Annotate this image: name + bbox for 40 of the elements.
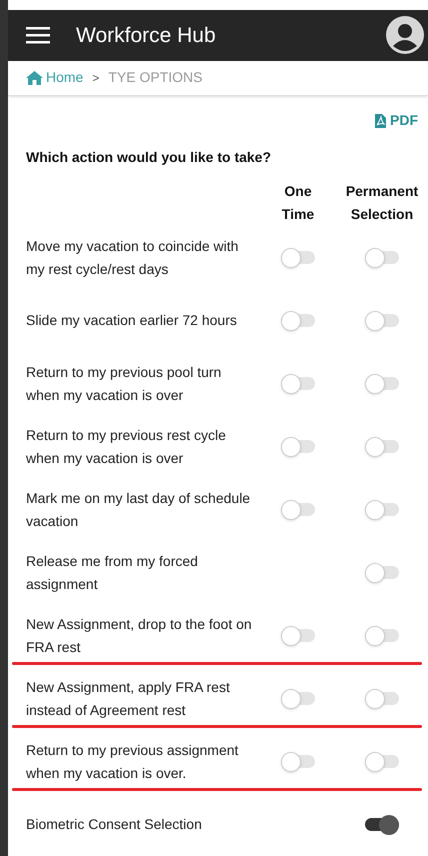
option-label: Move my vacation to coincide with my rest cycle/rest days — [26, 236, 240, 279]
option-label: New Assignment, apply FRA rest instead of Agreement rest — [26, 678, 231, 720]
toggle-switch[interactable] — [365, 374, 399, 394]
home-link[interactable]: Home — [26, 67, 84, 88]
user-avatar-icon[interactable] — [386, 16, 424, 54]
toggle-switch[interactable] — [281, 310, 315, 331]
option-label: Mark me on my last day of schedule vacation — [26, 488, 252, 531]
toggle-switch[interactable] — [281, 688, 315, 709]
toggle-switch[interactable] — [281, 752, 315, 772]
toggle-switch[interactable] — [365, 752, 399, 772]
pdf-file-icon — [375, 114, 386, 128]
toggle-switch[interactable] — [365, 626, 399, 646]
toggle-switch[interactable] — [365, 814, 399, 835]
column-header: One Time — [280, 182, 316, 224]
breadcrumb-current: TYE OPTIONS — [108, 68, 202, 88]
pdf-link[interactable]: PDF — [375, 110, 418, 132]
home-icon — [26, 70, 43, 85]
toggle-switch[interactable] — [281, 500, 315, 520]
menu-icon[interactable] — [26, 26, 50, 44]
option-label: Slide my vacation earlier 72 hours — [26, 311, 238, 330]
option-label: Biometric Consent Selection — [26, 815, 203, 834]
option-label: Return to my previous assignment when my vacation is over. — [26, 740, 240, 783]
option-label: Return to my previous rest cycle when my vacation is over — [26, 426, 227, 468]
option-label: Return to my previous pool turn when my vacation is over — [26, 362, 222, 405]
toggle-switch[interactable] — [281, 626, 315, 646]
column-header: Permanent Selection — [344, 182, 420, 224]
breadcrumb-separator: > — [92, 70, 100, 87]
toggle-switch[interactable] — [281, 436, 315, 457]
toggle-switch[interactable] — [365, 248, 399, 268]
toggle-switch[interactable] — [365, 310, 399, 331]
toggle-switch[interactable] — [365, 688, 399, 709]
option-label: Release me from my forced assignment — [26, 552, 199, 594]
toggle-switch[interactable] — [281, 374, 315, 394]
toggle-switch[interactable] — [365, 500, 399, 520]
toggle-switch[interactable] — [365, 436, 399, 457]
question-heading: Which action would you like to take? — [25, 148, 272, 168]
app-title: Workforce Hub — [76, 22, 216, 49]
option-label: New Assignment, drop to the foot on FRA rest — [26, 614, 253, 657]
toggle-switch[interactable] — [281, 248, 315, 268]
toggle-switch[interactable] — [365, 562, 399, 583]
